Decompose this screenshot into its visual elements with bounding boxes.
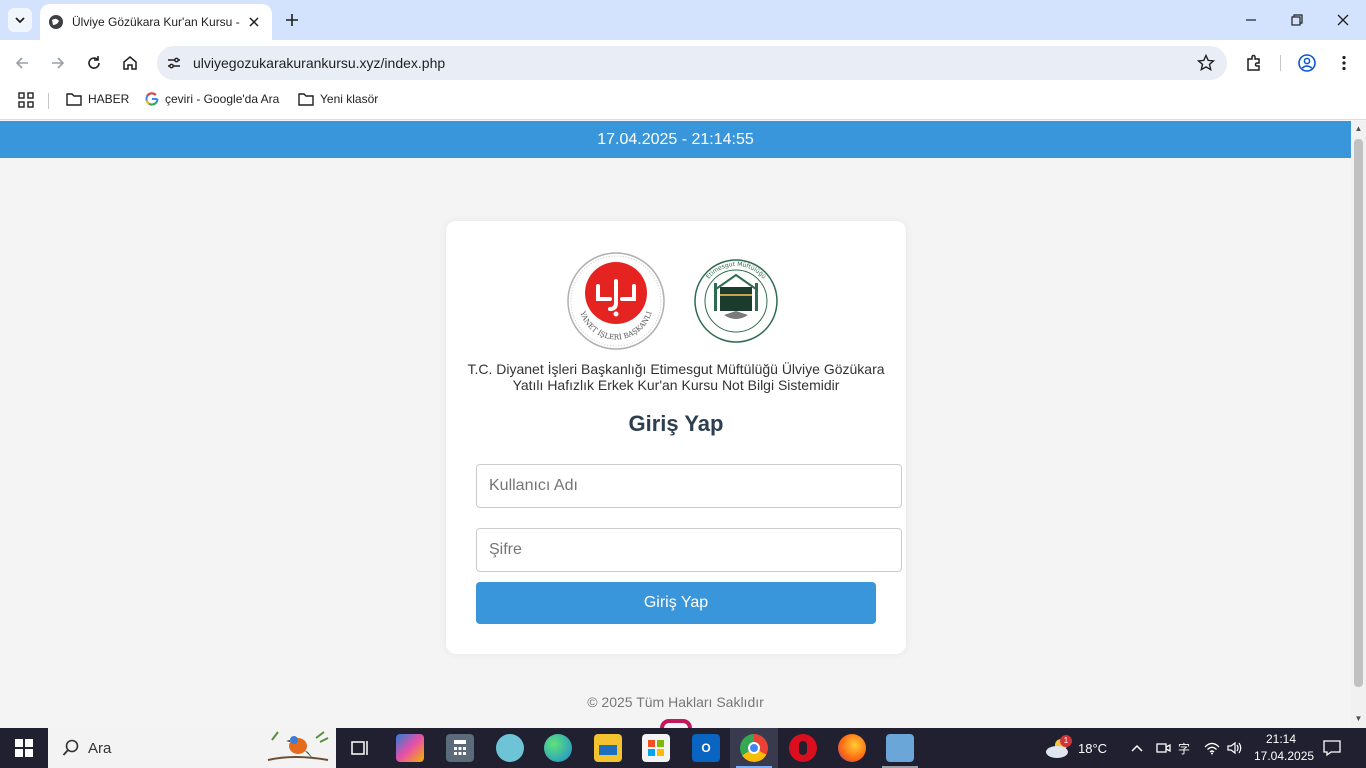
datetime-bar: 17.04.2025 - 21:14:55 xyxy=(0,121,1351,158)
address-bar[interactable]: ulviyegozukarakurankursu.xyz/index.php xyxy=(157,46,1227,80)
restore-icon xyxy=(1291,14,1303,26)
bird-illustration-icon xyxy=(267,731,329,761)
google-icon xyxy=(145,92,159,106)
calculator-icon[interactable] xyxy=(446,734,474,762)
login-button[interactable]: Giriş Yap xyxy=(476,582,876,624)
taskbar-clock[interactable]: 21:14 17.04.2025 xyxy=(1254,731,1315,765)
paint-icon[interactable] xyxy=(886,734,914,762)
chrome-icon[interactable] xyxy=(740,734,768,762)
login-card: DİYANET İŞLERİ BAŞKANLIĞI Etimesgut Müft… xyxy=(446,221,906,654)
tab-close-icon[interactable] xyxy=(246,14,262,30)
instagram-icon[interactable] xyxy=(660,719,692,728)
globe-icon xyxy=(49,15,63,29)
muftuluk-seal-logo: Etimesgut Müftülüğü xyxy=(694,259,778,343)
input-method-icon[interactable]: 字 xyxy=(1178,728,1190,768)
scroll-down-icon[interactable]: ▼ xyxy=(1354,714,1363,724)
task-view-icon[interactable] xyxy=(346,734,374,762)
windows-logo-icon xyxy=(15,739,33,757)
firefox-icon[interactable] xyxy=(838,734,866,762)
close-window-button[interactable] xyxy=(1320,0,1366,40)
back-button[interactable] xyxy=(10,51,34,75)
reload-icon xyxy=(88,56,100,69)
search-icon xyxy=(62,739,79,756)
forward-button[interactable] xyxy=(46,51,70,75)
show-hidden-icons[interactable] xyxy=(1130,728,1144,768)
copilot-icon[interactable] xyxy=(396,734,424,762)
bookmark-star-icon[interactable] xyxy=(1197,54,1215,72)
scrollbar-thumb[interactable] xyxy=(1354,139,1363,687)
start-button[interactable] xyxy=(0,728,48,768)
kebab-menu-icon xyxy=(1342,55,1346,71)
home-icon xyxy=(123,56,137,70)
file-explorer-icon[interactable] xyxy=(594,734,622,762)
clock-time: 21:14 xyxy=(1265,732,1297,746)
folder-icon xyxy=(298,93,314,106)
folder-icon xyxy=(66,93,82,106)
opera-icon[interactable] xyxy=(789,734,817,762)
arrow-left-icon xyxy=(15,57,28,69)
apps-grid-icon[interactable] xyxy=(18,92,34,108)
outlook-icon[interactable]: O xyxy=(692,734,720,762)
volume-icon[interactable] xyxy=(1226,728,1244,768)
edge-icon[interactable] xyxy=(544,734,572,762)
browser-toolbar: ulviyegozukarakurankursu.xyz/index.php xyxy=(0,40,1366,86)
wifi-icon[interactable] xyxy=(1204,728,1220,768)
taskbar-search-box[interactable]: Ara xyxy=(48,728,336,768)
puzzle-icon xyxy=(1247,54,1260,71)
arrow-right-icon xyxy=(52,57,65,69)
datetime-text: 17.04.2025 - 21:14:55 xyxy=(597,130,754,148)
tab-strip: Ülviye Gözükara Kur'an Kursu - xyxy=(0,0,1366,40)
minimize-icon xyxy=(1246,19,1256,21)
menu-button[interactable] xyxy=(1333,52,1355,74)
reload-button[interactable] xyxy=(82,51,106,75)
microsoft-store-icon[interactable] xyxy=(642,734,670,762)
chevron-down-icon xyxy=(15,17,25,24)
bookmark-haber[interactable]: HABER xyxy=(66,92,129,106)
bookmarks-bar: HABER çeviri - Google'da Ara Yeni klasör xyxy=(0,86,1366,120)
bookmark-label: HABER xyxy=(88,92,130,106)
clock-date: 17.04.2025 xyxy=(1254,749,1315,763)
new-tab-button[interactable] xyxy=(282,10,302,30)
password-input[interactable] xyxy=(476,528,902,572)
page-viewport: 17.04.2025 - 21:14:55 DİYANET İŞLERİ BAŞ… xyxy=(0,121,1351,728)
extensions-button[interactable] xyxy=(1243,52,1265,74)
restore-button[interactable] xyxy=(1274,0,1320,40)
username-input[interactable] xyxy=(476,464,902,508)
meet-now-icon[interactable] xyxy=(1155,728,1171,768)
bookmark-yeni-klasor[interactable]: Yeni klasör xyxy=(298,92,378,106)
windows-taskbar: Ara O 1 18°C 字 21:14 17.04.2025 xyxy=(0,728,1366,768)
diyanet-logo: DİYANET İŞLERİ BAŞKANLIĞI xyxy=(566,251,665,350)
scroll-up-icon[interactable]: ▲ xyxy=(1354,124,1363,134)
minimize-button[interactable] xyxy=(1228,0,1274,40)
chevron-up-icon xyxy=(1131,744,1143,752)
footer-copyright: © 2025 Tüm Hakları Saklıdır xyxy=(587,694,764,710)
url-text: ulviyegozukarakurankursu.xyz/index.php xyxy=(193,55,446,71)
bookmarks-separator xyxy=(48,93,49,109)
notification-center-icon[interactable] xyxy=(1322,728,1342,768)
close-icon xyxy=(1337,14,1349,26)
login-heading: Giriş Yap xyxy=(628,411,724,436)
profile-button[interactable] xyxy=(1296,52,1318,74)
bookmark-label: çeviri - Google'da Ara xyxy=(165,92,280,106)
weather-badge: 1 xyxy=(1060,735,1072,747)
tab-title: Ülviye Gözükara Kur'an Kursu - xyxy=(72,15,240,29)
taskbar-search-placeholder: Ara xyxy=(88,740,112,757)
profile-icon xyxy=(1298,54,1316,72)
globe-app-icon[interactable] xyxy=(496,734,524,762)
tab-search-button[interactable] xyxy=(8,8,32,32)
tab-active[interactable]: Ülviye Gözükara Kur'an Kursu - xyxy=(40,4,272,40)
organization-text: T.C. Diyanet İşleri Başkanlığı Etimesgut… xyxy=(467,361,885,393)
toolbar-divider xyxy=(1280,55,1281,71)
bookmark-label: Yeni klasör xyxy=(320,92,379,106)
home-button[interactable] xyxy=(118,51,142,75)
plus-icon xyxy=(286,14,298,26)
page-scrollbar[interactable]: ▲ ▼ xyxy=(1351,121,1366,728)
site-settings-icon[interactable] xyxy=(165,54,183,72)
weather-widget[interactable]: 1 18°C xyxy=(1044,728,1107,768)
bookmark-ceviri[interactable]: çeviri - Google'da Ara xyxy=(145,92,279,106)
weather-temperature: 18°C xyxy=(1078,740,1108,756)
